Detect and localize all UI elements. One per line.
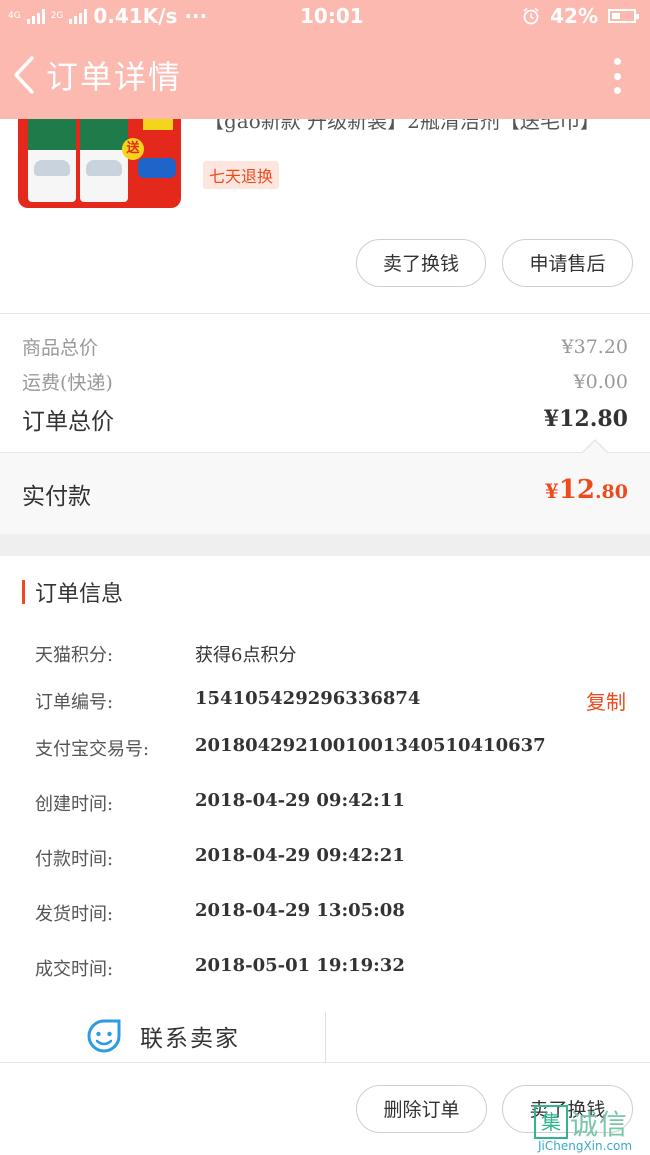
info-value-created: 2018-04-29 09:42:11 (195, 790, 405, 811)
status-bar: 4G 2G 0.41K/s ··· 10:01 42% (0, 0, 650, 32)
info-value-points: 获得6点积分 (195, 645, 297, 666)
bottom-divider (0, 1062, 650, 1063)
contact-seller-label: 联系卖家 (140, 1026, 240, 1052)
order-total-value: ¥12.80 (543, 406, 628, 432)
paid-decimal: .80 (594, 481, 628, 503)
info-label-shipped: 发货时间: (35, 904, 114, 925)
after-sale-button[interactable]: 申请售后 (502, 239, 633, 287)
info-label-created: 创建时间: (35, 794, 114, 815)
more-icon[interactable] (612, 58, 622, 94)
shipping-row: 运费(快递) ¥0.00 (22, 368, 628, 395)
info-value-completed: 2018-05-01 19:19:32 (195, 955, 405, 976)
delete-order-button[interactable]: 删除订单 (356, 1085, 487, 1133)
copy-order-number-button[interactable]: 复制 (586, 686, 626, 715)
info-value-order-number: 154105429296336874 (195, 688, 421, 709)
goods-total-label: 商品总价 (22, 337, 99, 359)
clock: 10:01 (300, 4, 364, 28)
return-policy-badge: 七天退换 (203, 161, 280, 189)
battery-icon (608, 9, 639, 23)
heading-accent-bar (22, 580, 25, 604)
info-value-shipped: 2018-04-29 13:05:08 (195, 900, 405, 921)
watermark-en: JiChengXin.com (538, 1139, 633, 1153)
battery-percent: 42% (550, 4, 598, 28)
alarm-icon (523, 7, 539, 25)
contact-seller-button[interactable]: 联系卖家 (86, 1018, 240, 1054)
paid-box-notch-fill (583, 441, 607, 453)
network-speed: 0.41K/s ··· (93, 4, 208, 28)
shipping-value: ¥0.00 (573, 370, 628, 393)
order-info-heading: 订单信息 (22, 576, 123, 608)
vertical-divider (325, 1012, 326, 1062)
network-indicator: 4G (8, 10, 21, 21)
info-value-paid: 2018-04-29 09:42:21 (195, 845, 405, 866)
paid-label: 实付款 (22, 484, 91, 510)
info-label-points: 天猫积分: (35, 645, 114, 666)
info-label-paid: 付款时间: (35, 849, 114, 870)
paid-currency: ¥ (544, 479, 559, 503)
image-badge-gift: 送 (122, 138, 144, 160)
order-total-row: 订单总价 ¥12.80 (22, 402, 628, 436)
status-right: 42% (522, 4, 639, 28)
info-value-alipay-number: 2018042921001001340510410637 (195, 735, 546, 756)
page-title: 订单详情 (46, 58, 183, 96)
watermark-cn: 诚信 (570, 1108, 629, 1141)
watermark-logo: 集 诚信 JiChengXin.com (532, 1103, 650, 1155)
goods-total-row: 商品总价 ¥37.20 (22, 333, 628, 360)
info-label-alipay-number: 支付宝交易号: (35, 739, 150, 760)
network-indicator-2: 2G (50, 10, 64, 21)
paid-value: ¥12.80 (545, 475, 628, 505)
divider (0, 313, 650, 314)
back-icon[interactable] (10, 52, 40, 98)
order-total-label: 订单总价 (22, 409, 114, 435)
paid-integer: 12 (558, 475, 595, 505)
info-label-completed: 成交时间: (35, 959, 114, 980)
towel-graphic (138, 158, 176, 178)
goods-total-value: ¥37.20 (561, 335, 628, 358)
paid-amount-box: 实付款 ¥12.80 (0, 452, 650, 535)
nav-bar: 订单详情 (0, 32, 650, 119)
sell-button[interactable]: 卖了换钱 (356, 239, 486, 287)
watermark-box: 集 (534, 1105, 568, 1139)
signal-icon (26, 8, 45, 24)
network-type: 4G (8, 10, 21, 21)
signal-icon-2 (69, 8, 88, 24)
shipping-label: 运费(快递) (22, 372, 113, 394)
section-gap (0, 534, 650, 556)
chat-face-icon (87, 1019, 121, 1053)
network-type-2: 2G (50, 10, 64, 21)
status-left: 4G 2G 0.41K/s ··· (8, 4, 207, 28)
info-label-order-number: 订单编号: (35, 692, 114, 713)
order-info-heading-text: 订单信息 (35, 582, 124, 607)
